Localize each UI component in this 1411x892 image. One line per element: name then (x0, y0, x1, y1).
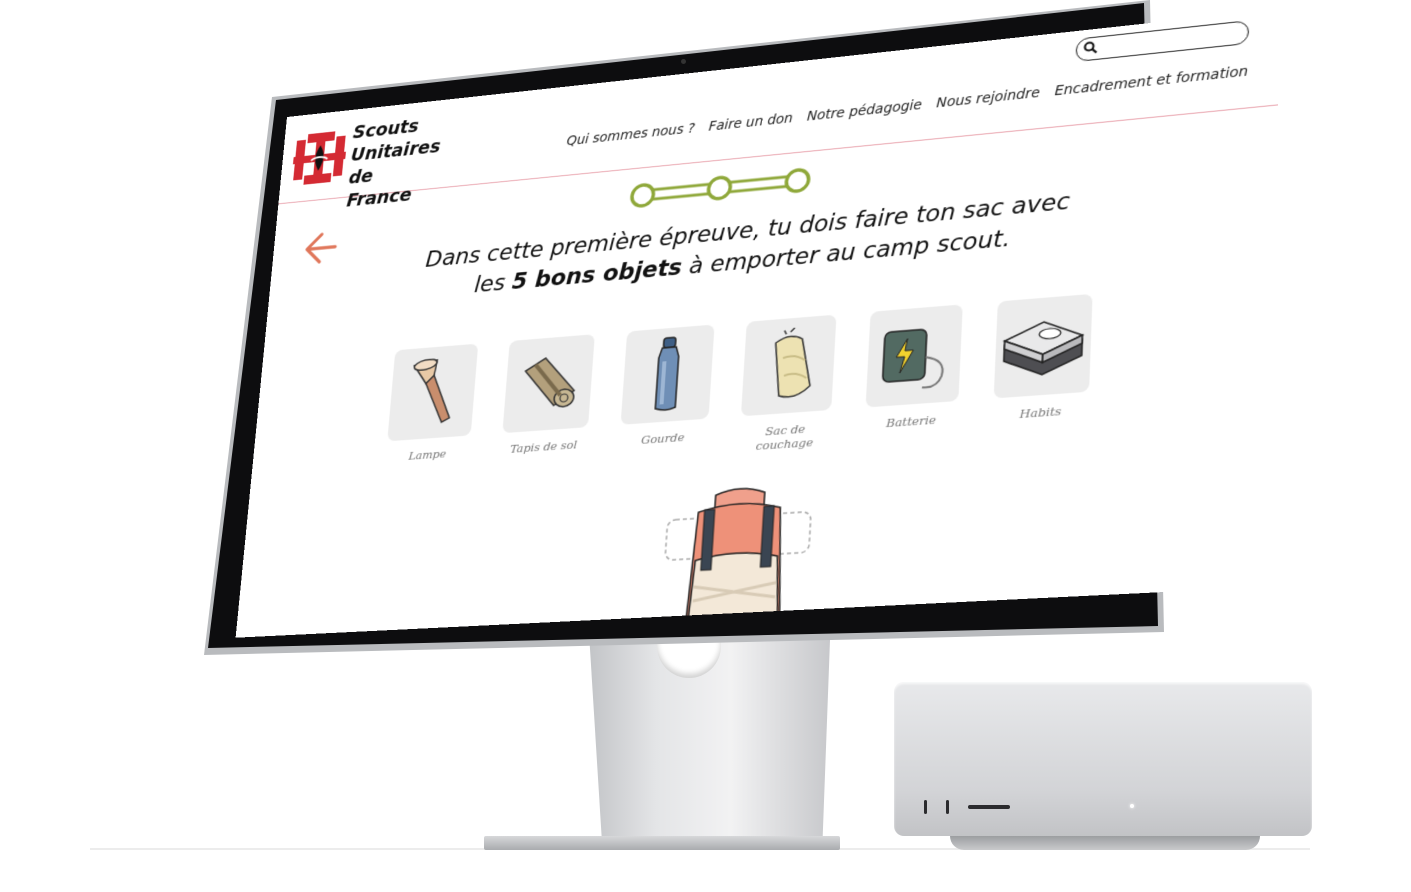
search-icon[interactable] (1083, 40, 1098, 55)
item-batterie[interactable]: Batterie (860, 304, 968, 446)
item-tapis-de-sol[interactable]: Tapis de sol (495, 334, 598, 470)
item-tile[interactable] (741, 314, 837, 417)
item-label: Tapis de sol (509, 437, 578, 456)
item-tile[interactable] (865, 304, 963, 408)
item-label: Sac de couchage (755, 421, 814, 453)
nav-encadrement-formation[interactable]: Encadrement et formation (1054, 64, 1248, 100)
clothes-icon (999, 310, 1088, 381)
nav-faire-un-don[interactable]: Faire un don (708, 111, 793, 135)
item-gourde[interactable]: Gourde (614, 324, 719, 462)
nav-qui-sommes-nous[interactable]: Qui sommes nous ? (566, 121, 695, 149)
item-choices: Lampe Tapis de sol Gourde Sac de couchag… (380, 293, 1097, 478)
nav-notre-pedagogie[interactable]: Notre pédagogie (806, 97, 922, 124)
power-bank-icon (876, 315, 953, 397)
sleeping-mat-icon (512, 347, 585, 420)
nav-nous-rejoindre[interactable]: Nous rejoindre (936, 85, 1040, 111)
back-arrow-icon[interactable] (299, 226, 343, 270)
webcam (681, 59, 686, 64)
brand-name: Scouts Unitaires de France (346, 109, 474, 213)
item-lampe[interactable]: Lampe (380, 343, 482, 478)
sleeping-bag-icon (758, 326, 820, 405)
item-tile[interactable] (387, 343, 479, 442)
item-tile[interactable] (502, 334, 595, 434)
item-label: Batterie (885, 412, 937, 431)
item-habits[interactable]: Habits (988, 293, 1097, 438)
main-nav: Qui sommes nous ? Faire un don Notre péd… (566, 64, 1248, 149)
item-tile[interactable] (620, 324, 715, 425)
scouts-unitaires-logo-icon[interactable] (291, 130, 348, 186)
flashlight-icon (401, 354, 464, 431)
item-label: Habits (1019, 403, 1062, 422)
item-label: Lampe (408, 446, 447, 463)
water-bottle-icon (645, 334, 690, 415)
item-sac-de-couchage[interactable]: Sac de couchage (735, 314, 841, 454)
instruction-text: les (473, 270, 514, 299)
studio-display: Scouts Unitaires de France Qui sommes no… (0, 0, 1411, 892)
item-tile[interactable] (993, 293, 1093, 399)
step-progress-indicator (620, 159, 821, 216)
item-label: Gourde (640, 430, 685, 447)
